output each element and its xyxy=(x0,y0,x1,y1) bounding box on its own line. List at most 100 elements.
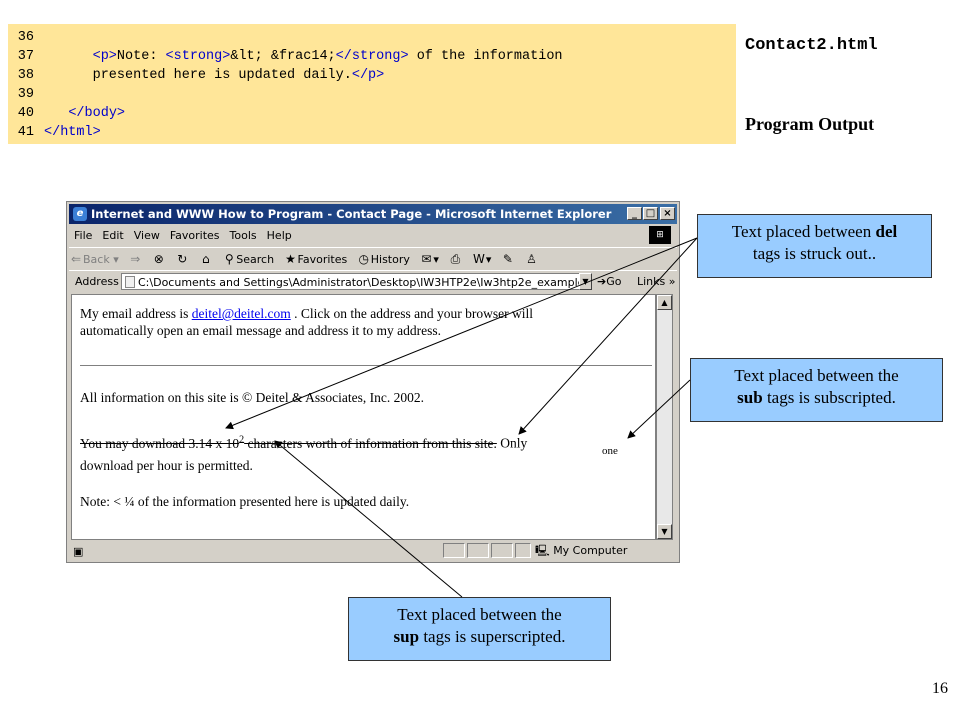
window-title: Internet and WWW How to Program - Contac… xyxy=(91,207,612,221)
address-value: C:\Documents and Settings\Administrator\… xyxy=(138,276,591,289)
scroll-down-button[interactable]: ▼ xyxy=(657,524,672,539)
email-text-rest: . Click on the address and your browser … xyxy=(290,306,533,321)
code-line-37: 37 <p>Note: <strong>&lt; &frac14;</stron… xyxy=(8,47,563,66)
ie-logo-icon: e xyxy=(73,207,87,221)
program-output-label: Program Output xyxy=(745,114,875,134)
menu-help[interactable]: Help xyxy=(262,226,297,246)
stop-icon: ⊗ xyxy=(153,252,164,266)
callout-sub-suffix: tags is subscripted. xyxy=(762,388,896,407)
code-line-41: 41 </html> xyxy=(8,123,101,142)
vertical-scrollbar[interactable]: ▲ ▼ xyxy=(656,294,673,540)
menu-favorites[interactable]: Favorites xyxy=(165,226,225,246)
home-icon: ⌂ xyxy=(201,252,210,266)
code-text: of the information xyxy=(408,49,563,64)
email-text: My email address is xyxy=(80,306,192,321)
edit-button[interactable]: W▾ xyxy=(472,248,491,271)
callout-sup-suffix: tags is superscripted. xyxy=(419,627,566,646)
subscript-text: one xyxy=(602,445,618,457)
computer-icon: 🖳 xyxy=(535,544,550,557)
page-icon xyxy=(125,276,135,288)
window-titlebar[interactable]: e Internet and WWW How to Program - Cont… xyxy=(69,204,677,224)
back-arrow-icon: ⇐ xyxy=(70,252,82,266)
discuss-icon: ✎ xyxy=(502,252,513,266)
search-button[interactable]: ⚲ Search xyxy=(222,248,274,271)
favorites-icon: ★ xyxy=(285,252,296,266)
email-link[interactable]: deitel@deitel.com xyxy=(192,306,291,321)
mail-icon: ✉ xyxy=(421,252,432,266)
links-button[interactable]: Links » xyxy=(637,271,676,293)
menu-edit[interactable]: Edit xyxy=(97,226,128,246)
address-dropdown-button[interactable]: ▼ xyxy=(579,273,592,290)
mail-button[interactable]: ✉ ▾ xyxy=(419,248,439,271)
email-paragraph: My email address is deitel@deitel.com . … xyxy=(80,305,533,339)
menu-file[interactable]: File xyxy=(69,226,97,246)
home-button[interactable]: ⌂ xyxy=(199,248,213,271)
edit-icon: W xyxy=(472,252,485,266)
page-content: My email address is deitel@deitel.com . … xyxy=(71,294,656,540)
status-cell xyxy=(467,543,489,558)
address-label: Address xyxy=(75,275,119,288)
code-tag: </strong> xyxy=(335,49,409,64)
refresh-button[interactable]: ↻ xyxy=(175,248,189,271)
line-number: 41 xyxy=(17,125,34,140)
callout-del-suffix: tags is struck out.. xyxy=(752,244,877,263)
email-text-line2: automatically open an email message and … xyxy=(80,323,442,338)
favorites-label: Favorites xyxy=(297,253,348,266)
line-number: 36 xyxy=(17,30,34,45)
code-line-38: 38 presented here is updated daily.</p> xyxy=(8,66,384,85)
file-name-label: Contact2.html xyxy=(745,36,878,55)
stop-button[interactable]: ⊗ xyxy=(152,248,166,271)
code-tag: <strong> xyxy=(165,49,231,64)
windows-logo-icon: ⊞ xyxy=(649,226,671,244)
search-icon: ⚲ xyxy=(224,252,234,266)
maximize-button[interactable]: □ xyxy=(643,207,658,220)
code-listing: 36 37 <p>Note: <strong>&lt; &frac14;</st… xyxy=(8,24,736,144)
search-label: Search xyxy=(236,253,275,266)
status-cell xyxy=(443,543,465,558)
print-button[interactable]: ⎙ xyxy=(448,248,462,271)
close-button[interactable]: × xyxy=(660,207,675,220)
horizontal-rule xyxy=(80,365,652,367)
messenger-button[interactable]: ♙ xyxy=(524,248,538,271)
menu-view[interactable]: View xyxy=(129,226,165,246)
code-text: &lt; &frac14; xyxy=(230,49,336,64)
struck-text-end: characters worth of information from thi… xyxy=(244,435,497,451)
code-line-40: 40 </body> xyxy=(8,104,125,123)
scroll-up-button[interactable]: ▲ xyxy=(657,295,672,310)
go-button[interactable]: ➔Go xyxy=(597,271,621,293)
links-label: Links xyxy=(637,275,666,288)
callout-sub: Text placed between the sub tags is subs… xyxy=(690,358,943,422)
code-tag: </html> xyxy=(44,125,101,140)
toolbar: ⇐ Back ▾ ⇒ ⊗ ↻ ⌂ ⚲ Search ★ Favorites ◷ Hist… xyxy=(69,247,677,270)
callout-del-bold: del xyxy=(875,222,898,241)
address-bar: Address C:\Documents and Settings\Admini… xyxy=(69,270,677,293)
line-number: 39 xyxy=(17,87,34,102)
go-label: Go xyxy=(606,275,622,288)
code-tag: <p> xyxy=(92,49,117,64)
code-line-39: 39 xyxy=(8,85,44,104)
back-button[interactable]: ⇐ Back ▾ xyxy=(69,248,119,271)
forward-button[interactable]: ⇒ xyxy=(128,248,142,271)
note-paragraph: Note: < ¼ of the information presented h… xyxy=(80,494,410,509)
discuss-button[interactable]: ✎ xyxy=(501,248,515,271)
code-tag: </p> xyxy=(351,68,385,83)
browser-window: e Internet and WWW How to Program - Cont… xyxy=(66,201,680,563)
favorites-button[interactable]: ★ Favorites xyxy=(284,248,348,271)
history-button[interactable]: ◷ History xyxy=(357,248,410,271)
code-line-36: 36 xyxy=(8,28,44,47)
status-page-icon: ▣ xyxy=(73,545,84,558)
download-text-line2: download per hour is permitted. xyxy=(80,458,253,473)
page-number: 16 xyxy=(932,680,948,697)
menu-bar: File Edit View Favorites Tools Help ⊞ xyxy=(69,226,677,246)
history-label: History xyxy=(370,253,410,266)
download-text: Only xyxy=(496,435,528,451)
status-bar: ▣ 🖳 My Computer xyxy=(69,542,677,560)
status-zone-label: My Computer xyxy=(553,544,628,557)
menu-tools[interactable]: Tools xyxy=(225,226,262,246)
address-input[interactable]: C:\Documents and Settings\Administrator\… xyxy=(121,273,591,290)
minimize-button[interactable]: _ xyxy=(627,207,642,220)
status-zone: 🖳 My Computer xyxy=(535,542,627,560)
print-icon: ⎙ xyxy=(450,252,461,266)
